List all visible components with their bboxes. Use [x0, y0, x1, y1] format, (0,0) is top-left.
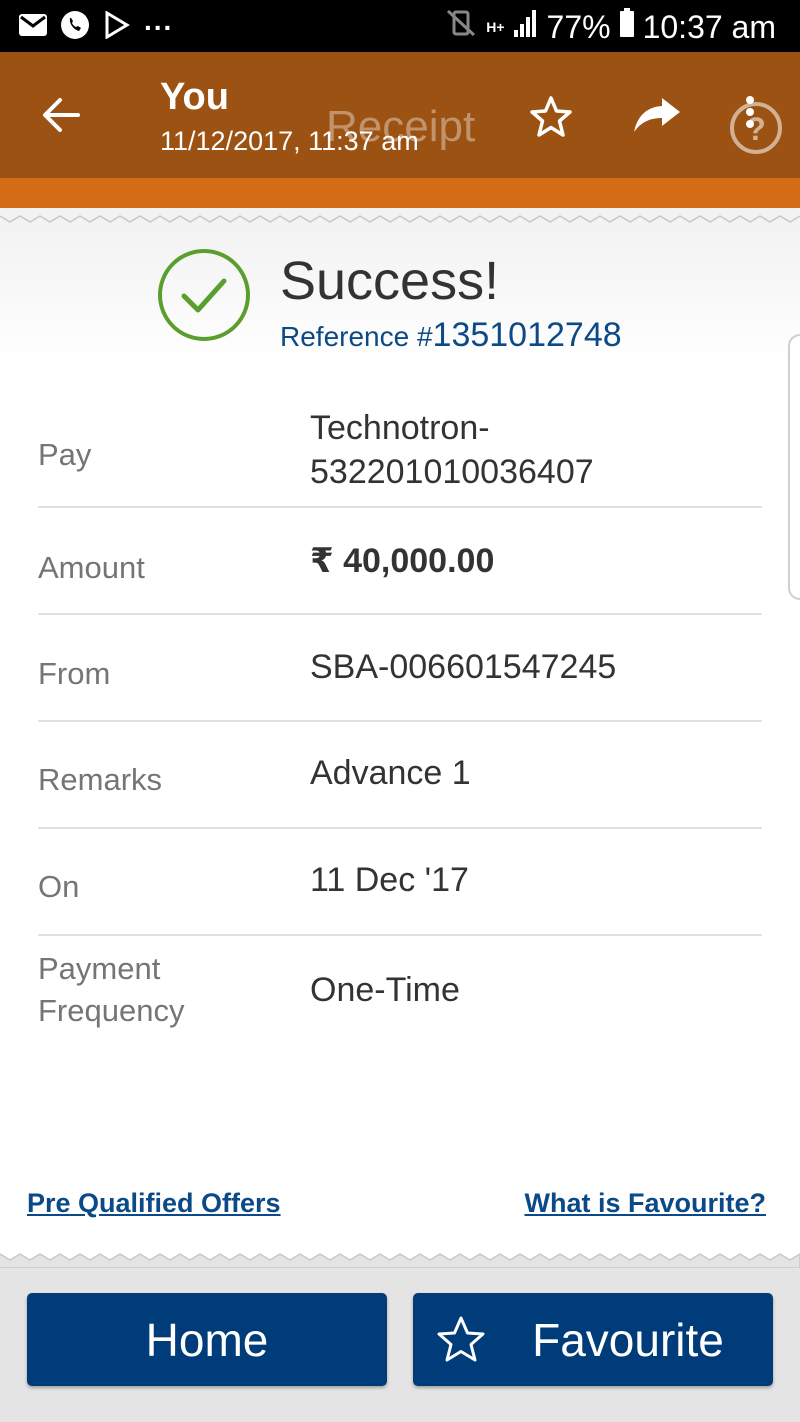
detail-row-payment-frequency: Payment Frequency One-Time [38, 936, 762, 1046]
detail-value: One-Time [310, 971, 460, 1009]
mail-icon [18, 10, 48, 40]
pre-qualified-offers-link[interactable]: Pre Qualified Offers [27, 1188, 281, 1219]
page-title: You [160, 76, 229, 118]
clock: 10:37 am [642, 8, 776, 45]
detail-label: Remarks [38, 762, 163, 797]
battery-percent: 77% [546, 8, 611, 45]
detail-value: ₹ 40,000.00 [310, 542, 495, 580]
detail-label: Amount [38, 550, 145, 585]
detail-label: On [38, 869, 80, 904]
detail-row-amount: Amount ₹ 40,000.00 [38, 508, 762, 615]
detail-value: Advance 1 [310, 754, 471, 792]
reference-label: Reference # [280, 321, 433, 352]
transaction-details: Pay Technotron- 532201010036407 Amount ₹… [38, 400, 762, 1046]
side-drawer-handle[interactable] [788, 334, 800, 600]
back-button[interactable] [38, 92, 84, 138]
success-check-icon [158, 249, 250, 341]
page-subtitle-datetime: 11/12/2017, 11:37 am [160, 126, 419, 156]
network-type-label: H+ [486, 19, 505, 35]
back-arrow-icon [43, 98, 80, 132]
detail-row-remarks: Remarks Advance 1 [38, 722, 762, 829]
success-banner: Success! Reference #1351012748 [0, 224, 800, 364]
detail-label: From [38, 656, 111, 691]
help-button[interactable]: ? [728, 100, 784, 156]
favourite-button[interactable]: Favourite [413, 1293, 773, 1386]
detail-row-on: On 11 Dec '17 [38, 829, 762, 936]
detail-row-from: From SBA-006601547245 [38, 615, 762, 722]
share-button[interactable] [632, 96, 682, 136]
share-icon [634, 98, 680, 132]
what-is-favourite-link[interactable]: What is Favourite? [524, 1188, 766, 1219]
battery-icon [619, 8, 635, 46]
app-header: Receipt You 11/12/2017, 11:37 am ? [0, 52, 800, 178]
success-title: Success! [280, 251, 500, 311]
phone-call-icon [60, 10, 90, 40]
header-accent-strip [0, 178, 800, 208]
detail-label: Payment Frequency [38, 951, 185, 1028]
more-vert-icon[interactable] [746, 96, 756, 132]
favourite-star-button[interactable] [528, 94, 574, 140]
receipt-bottom-edge [0, 1253, 800, 1268]
signal-icon [513, 8, 539, 46]
detail-value: SBA-006601547245 [310, 648, 617, 686]
status-bar: ... H+ 77% 10:37 am [0, 0, 800, 52]
reference-number: 1351012748 [432, 316, 622, 354]
home-button[interactable]: Home [27, 1293, 387, 1386]
detail-row-pay: Pay Technotron- 532201010036407 [38, 400, 762, 508]
receipt-top-edge [0, 208, 800, 224]
play-store-icon [102, 10, 132, 40]
detail-value: Technotron- 532201010036407 [310, 409, 594, 491]
reference-line: Reference #1351012748 [280, 316, 622, 355]
help-icon: ? [730, 102, 782, 154]
star-icon [437, 1316, 485, 1362]
vibrate-mute-icon [444, 8, 478, 46]
detail-label: Pay [38, 437, 92, 472]
more-notifications-indicator: ... [144, 5, 174, 36]
star-icon [530, 96, 572, 137]
favourite-button-label: Favourite [532, 1313, 724, 1366]
detail-value: 11 Dec '17 [310, 861, 469, 899]
home-button-label: Home [145, 1313, 269, 1366]
